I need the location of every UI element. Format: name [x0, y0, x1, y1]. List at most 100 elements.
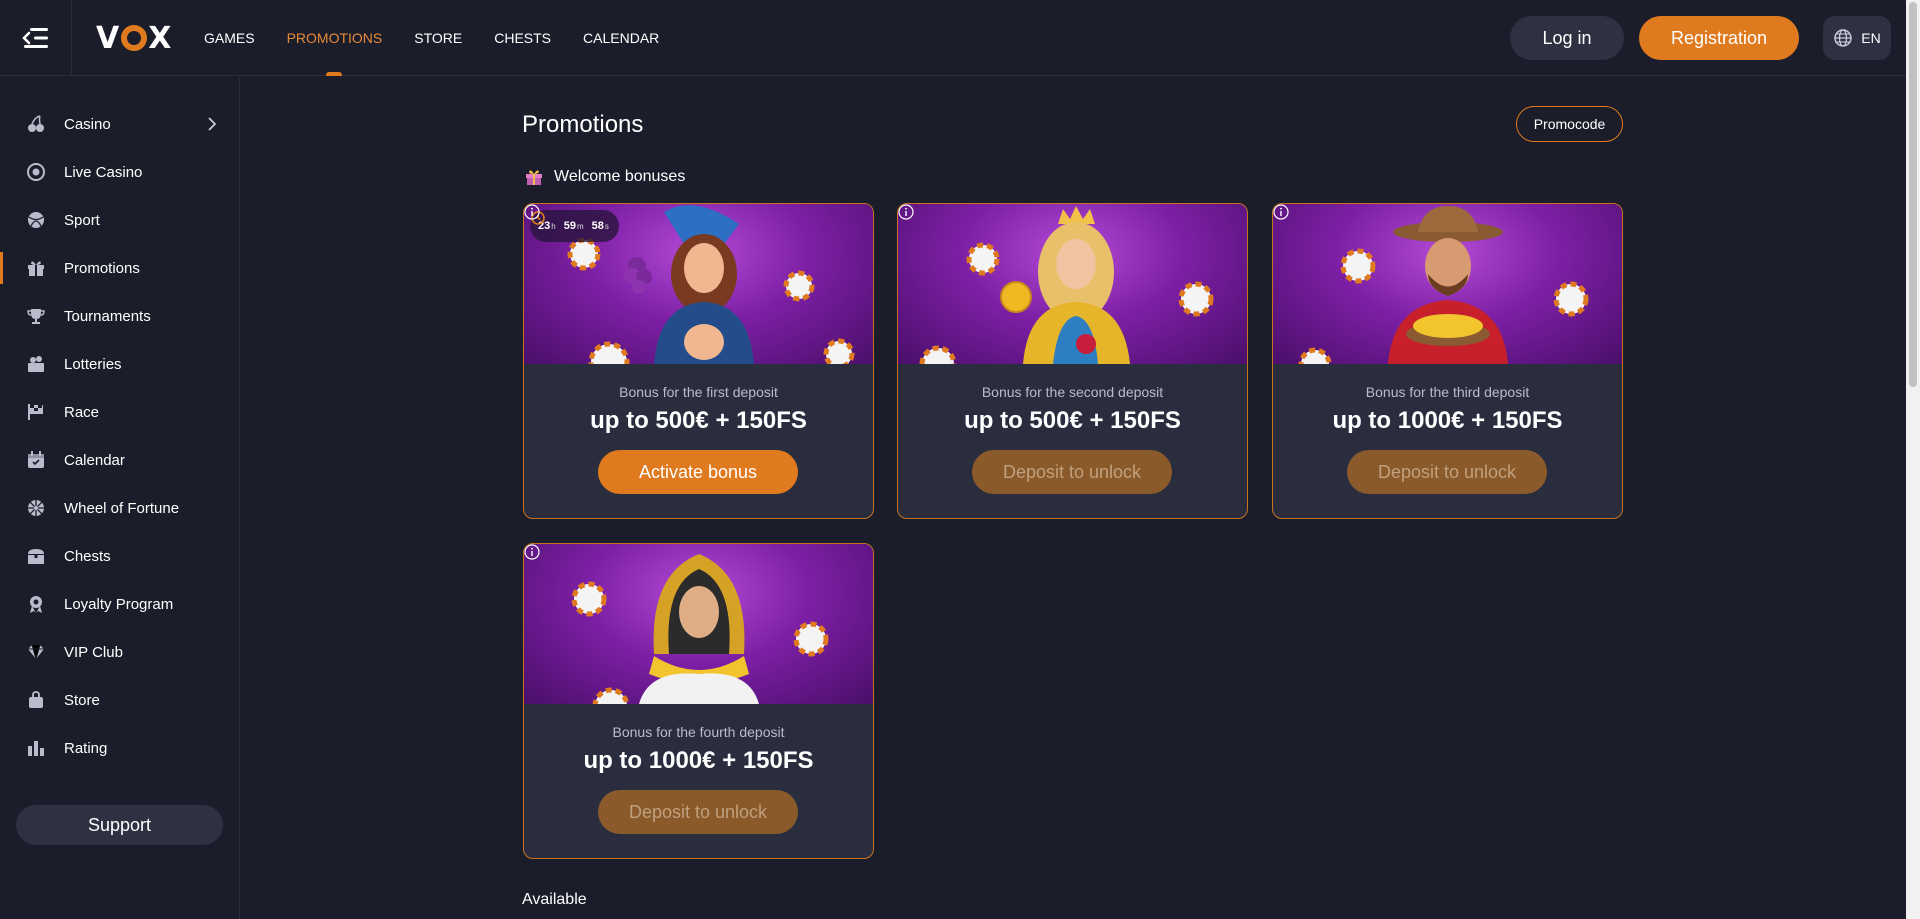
sidebar-item-label: VIP Club — [64, 643, 123, 661]
sidebar-item-race[interactable]: Race — [0, 392, 239, 432]
sidebar: Casino Live Casino Sport Promotions Tour… — [0, 77, 240, 919]
nav-chests[interactable]: CHESTS — [494, 0, 551, 76]
login-button[interactable]: Log in — [1510, 16, 1624, 60]
sidebar-item-wheel-of-fortune[interactable]: Wheel of Fortune — [0, 488, 239, 528]
gift-icon — [526, 170, 542, 185]
logo-text: V — [96, 20, 121, 56]
card-amount: up to 500€ + 150FS — [964, 407, 1181, 434]
card-amount: up to 500€ + 150FS — [590, 407, 807, 434]
nav-games[interactable]: GAMES — [204, 0, 255, 76]
card-amount: up to 1000€ + 150FS — [1332, 407, 1563, 434]
info-icon[interactable] — [524, 544, 540, 560]
sidebar-item-label: Race — [64, 403, 100, 421]
ball-icon — [26, 210, 46, 230]
card-subtitle: Bonus for the second deposit — [981, 384, 1164, 400]
globe-icon — [1834, 29, 1853, 47]
menu-collapse-icon — [21, 28, 48, 48]
card-subtitle: Bonus for the first deposit — [619, 384, 778, 400]
nav-store[interactable]: STORE — [414, 0, 462, 76]
timer-seconds: 58s — [591, 220, 609, 232]
sidebar-item-promotions[interactable]: Promotions — [0, 248, 239, 288]
activate-bonus-button[interactable]: Activate bonus — [598, 450, 798, 494]
deposit-to-unlock-button[interactable]: Deposit to unlock — [972, 450, 1172, 494]
roulette-icon — [26, 162, 46, 182]
sidebar-item-lotteries[interactable]: Lotteries — [0, 344, 239, 384]
flag-icon — [26, 402, 46, 422]
sidebar-item-rating[interactable]: Rating — [0, 728, 239, 768]
nav-calendar[interactable]: CALENDAR — [583, 0, 659, 76]
trophy-icon — [26, 306, 46, 326]
sidebar-item-label: Live Casino — [64, 163, 143, 181]
deposit-to-unlock-button[interactable]: Deposit to unlock — [598, 790, 798, 834]
cherries-icon — [26, 114, 46, 134]
vox-logo[interactable]: VX — [96, 20, 172, 56]
sidebar-item-casino[interactable]: Casino — [0, 104, 239, 144]
info-icon[interactable] — [524, 204, 540, 220]
scrollbar-thumb[interactable] — [1909, 2, 1917, 387]
sidebar-item-vip-club[interactable]: VIP Club — [0, 632, 239, 672]
adventurer-illustration — [1298, 206, 1589, 364]
top-header: VX GAMES PROMOTIONS STORE CHESTS CALENDA… — [0, 0, 1906, 76]
chevron-right-icon — [208, 117, 217, 131]
diamond-icon — [26, 642, 46, 662]
sidebar-item-sport[interactable]: Sport — [0, 200, 239, 240]
card-artwork — [898, 204, 1247, 364]
medal-icon — [26, 594, 46, 614]
card-artwork — [524, 544, 873, 704]
sidebar-item-label: Store — [64, 691, 100, 709]
cleopatra-illustration — [571, 554, 829, 704]
sidebar-item-loyalty-program[interactable]: Loyalty Program — [0, 584, 239, 624]
sidebar-item-label: Casino — [64, 115, 111, 133]
top-nav: GAMES PROMOTIONS STORE CHESTS CALENDAR — [204, 0, 659, 76]
chart-icon — [26, 738, 46, 758]
promocode-button[interactable]: Promocode — [1516, 106, 1623, 142]
info-icon[interactable] — [1273, 204, 1289, 220]
lottery-icon — [26, 354, 46, 374]
sidebar-item-label: Tournaments — [64, 307, 151, 325]
bonus-card-second-deposit[interactable]: Bonus for the second deposit up to 500€ … — [897, 203, 1248, 519]
sidebar-item-chests[interactable]: Chests — [0, 536, 239, 576]
bonus-card-third-deposit[interactable]: Bonus for the third deposit up to 1000€ … — [1272, 203, 1623, 519]
sidebar-item-store[interactable]: Store — [0, 680, 239, 720]
page-scrollbar[interactable] — [1906, 0, 1920, 919]
queen-illustration — [919, 206, 1214, 364]
bag-icon — [26, 690, 46, 710]
sidebar-item-label: Loyalty Program — [64, 595, 174, 613]
sidebar-item-tournaments[interactable]: Tournaments — [0, 296, 239, 336]
sidebar-item-label: Chests — [64, 547, 111, 565]
card-subtitle: Bonus for the fourth deposit — [612, 724, 785, 740]
registration-button[interactable]: Registration — [1639, 16, 1799, 60]
sidebar-item-label: Sport — [64, 211, 100, 229]
sidebar-toggle-button[interactable] — [0, 0, 72, 76]
wheel-icon — [26, 498, 46, 518]
calendar-icon — [26, 450, 46, 470]
sidebar-item-label: Rating — [64, 739, 108, 757]
info-icon[interactable] — [898, 204, 914, 220]
sidebar-item-label: Lotteries — [64, 355, 122, 373]
gift-icon — [26, 258, 46, 278]
card-artwork — [1273, 204, 1622, 364]
sidebar-item-live-casino[interactable]: Live Casino — [0, 152, 239, 192]
sidebar-item-label: Calendar — [64, 451, 125, 469]
logo-chip-icon — [121, 25, 148, 51]
bonus-card-fourth-deposit[interactable]: Bonus for the fourth deposit up to 1000€… — [523, 543, 874, 859]
page-title: Promotions — [522, 111, 644, 138]
language-selector[interactable]: EN — [1823, 16, 1891, 60]
available-section-title: Available — [522, 891, 587, 908]
language-code: EN — [1861, 30, 1881, 46]
bonus-card-first-deposit[interactable]: 23h 59m 58s Bonus for the first deposit … — [523, 203, 874, 519]
timer-minutes: 59m — [563, 220, 584, 232]
chest-icon — [26, 546, 46, 566]
sidebar-item-label: Wheel of Fortune — [64, 499, 180, 517]
deposit-to-unlock-button[interactable]: Deposit to unlock — [1347, 450, 1547, 494]
card-subtitle: Bonus for the third deposit — [1365, 384, 1530, 400]
support-button[interactable]: Support — [16, 805, 223, 845]
nav-promotions[interactable]: PROMOTIONS — [287, 0, 383, 76]
card-artwork: 23h 59m 58s — [524, 204, 873, 364]
sidebar-item-calendar[interactable]: Calendar — [0, 440, 239, 480]
card-amount: up to 1000€ + 150FS — [583, 747, 814, 774]
sidebar-item-label: Promotions — [64, 259, 140, 277]
section-title: Welcome bonuses — [554, 168, 686, 185]
bonus-timer: 23h 59m 58s — [530, 210, 619, 242]
welcome-bonuses-heading: Welcome bonuses — [524, 167, 685, 187]
